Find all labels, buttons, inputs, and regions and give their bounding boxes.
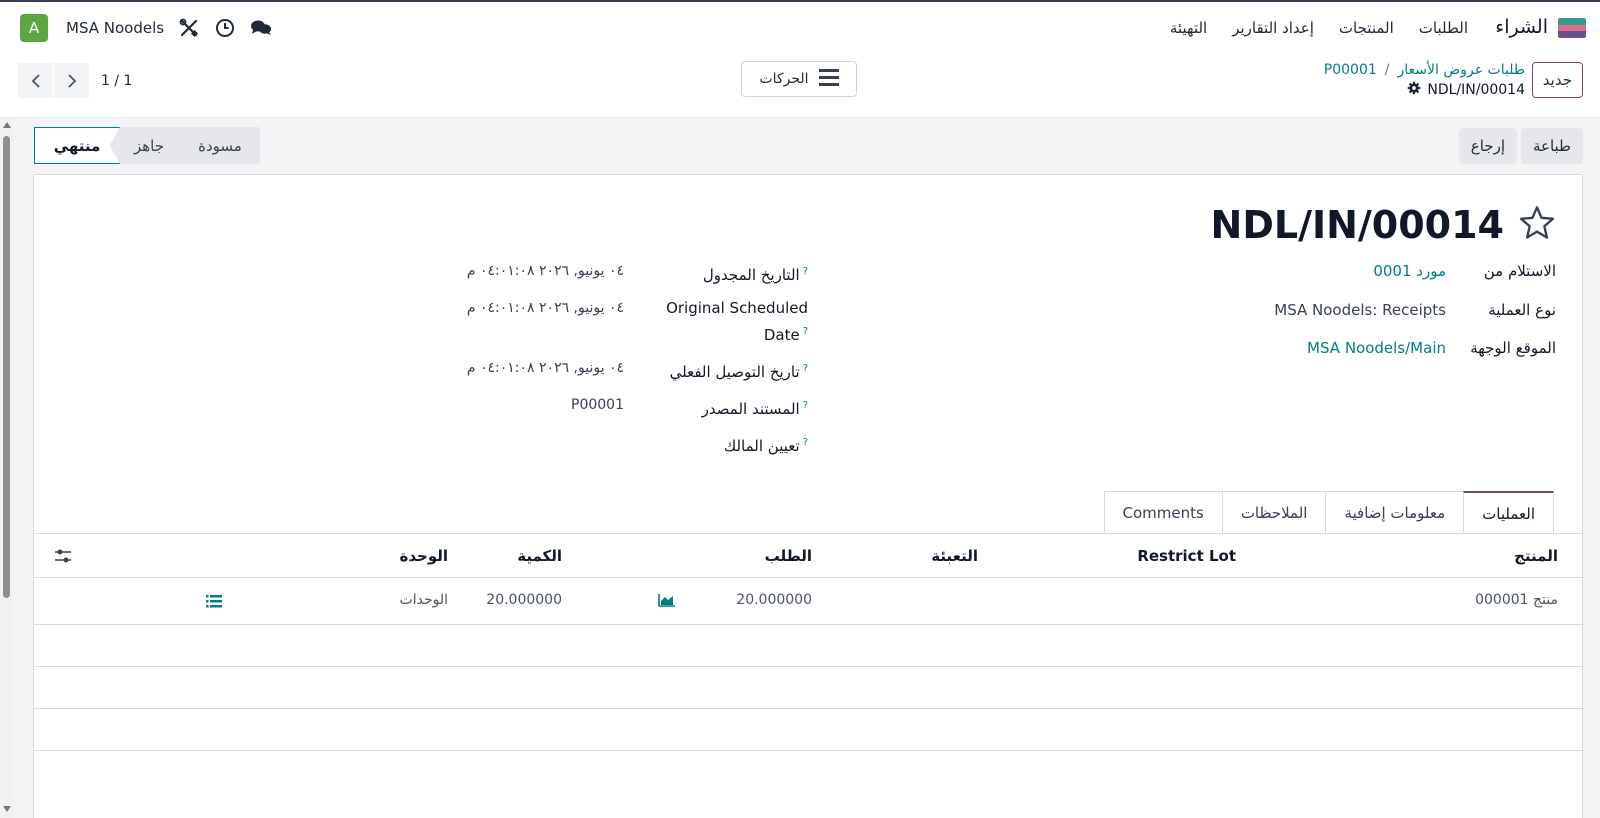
details-list-icon[interactable] xyxy=(206,595,222,612)
column-demand[interactable]: الطلب xyxy=(765,547,812,565)
field-operation-type: نوع العملية MSA Noodels: Receipts xyxy=(1274,301,1556,319)
partner-link[interactable]: مورد 0001 xyxy=(1373,262,1452,280)
title-row: NDL/IN/00014 xyxy=(1211,203,1556,247)
cell-demand[interactable]: 20.000000 xyxy=(736,592,812,608)
tab-operations[interactable]: العمليات xyxy=(1463,491,1554,534)
field-label: نوع العملية xyxy=(1488,301,1556,319)
notebook-tabs: العمليات معلومات إضافية الملاحظات Commen… xyxy=(1103,491,1554,534)
breadcrumb-separator: / xyxy=(1384,62,1390,78)
current-record: NDL/IN/00014 xyxy=(1407,81,1525,99)
table-row[interactable]: منتج 000001 20.000000 20.000000 الوحدات xyxy=(34,578,1584,625)
help-icon[interactable]: ? xyxy=(803,363,808,374)
record-title: NDL/IN/00014 xyxy=(1210,203,1504,247)
column-product[interactable]: المنتج xyxy=(1514,547,1558,565)
field-label: تاريخ التوصيل الفعلي? xyxy=(669,363,808,381)
optional-columns-icon[interactable] xyxy=(54,548,72,568)
operation-type-value[interactable]: MSA Noodels: Receipts xyxy=(1274,301,1452,319)
gear-icon[interactable] xyxy=(1407,81,1421,99)
field-label: الموقع الوجهة xyxy=(1470,339,1556,357)
column-restrict-lot[interactable]: Restrict Lot xyxy=(1137,547,1236,565)
main-menu: الطلبات المنتجات إعداد التقارير التهيئة xyxy=(1170,19,1468,37)
pager-value[interactable]: 1 / 1 xyxy=(101,73,132,89)
tab-additional-info[interactable]: معلومات إضافية xyxy=(1325,491,1465,533)
field-label: التاريخ المجدول? xyxy=(702,266,808,284)
company-switcher[interactable]: MSA Noodels xyxy=(66,19,164,37)
status-bar: منتهي جاهز مسودة xyxy=(34,127,260,164)
effective-date-value[interactable]: ٠٤ يونيو, ٢٠٢٦ ٠٤:٠١:٠٨ م xyxy=(467,357,624,380)
tools-icon[interactable] xyxy=(178,17,200,39)
empty-table-row xyxy=(34,625,1584,667)
location-link[interactable]: MSA Noodels/Main xyxy=(1307,339,1452,357)
field-label: تعيين المالك? xyxy=(723,437,808,455)
clock-icon[interactable] xyxy=(214,17,236,39)
breadcrumb-rfq[interactable]: طلبات عروض الأسعار xyxy=(1398,62,1526,78)
actions-menu-button[interactable]: الحركات xyxy=(741,61,857,97)
field-receive-from: الاستلام من مورد 0001 xyxy=(1373,262,1556,280)
empty-table-row xyxy=(34,667,1584,709)
menu-item-reporting[interactable]: إعداد التقارير xyxy=(1232,19,1314,37)
empty-table-row xyxy=(34,709,1584,751)
scroll-thumb[interactable] xyxy=(3,136,10,598)
print-button[interactable]: طباعة xyxy=(1520,128,1583,164)
avatar[interactable]: A xyxy=(20,14,48,42)
breadcrumb: طلبات عروض الأسعار / P00001 xyxy=(1324,62,1525,78)
actions-label: الحركات xyxy=(759,71,809,87)
systray: A MSA Noodels xyxy=(20,14,272,42)
column-quantity[interactable]: الكمية xyxy=(517,547,562,565)
star-icon[interactable] xyxy=(1518,205,1556,245)
field-label: Original Scheduled Date? xyxy=(666,299,808,344)
column-packaging[interactable]: التعبئة xyxy=(931,547,978,565)
field-label: المستند المصدر? xyxy=(701,400,808,418)
app-name[interactable]: الشراء xyxy=(1495,16,1548,38)
return-button[interactable]: إرجاع xyxy=(1458,128,1517,164)
tab-comments[interactable]: Comments xyxy=(1103,491,1223,533)
control-panel: جديد طلبات عروض الأسعار / P00001 NDL/IN/… xyxy=(0,54,1600,118)
help-icon[interactable]: ? xyxy=(803,400,808,411)
help-icon[interactable]: ? xyxy=(803,266,808,277)
pager-next-button[interactable] xyxy=(54,63,89,98)
cell-product[interactable]: منتج 000001 xyxy=(1475,592,1558,608)
forecast-chart-icon[interactable] xyxy=(658,593,676,611)
help-icon[interactable]: ? xyxy=(803,437,808,448)
scroll-up-arrow[interactable] xyxy=(3,122,11,128)
purchase-app-icon[interactable] xyxy=(1558,18,1586,38)
cell-quantity[interactable]: 20.000000 xyxy=(486,592,562,608)
stage-draft[interactable]: مسودة xyxy=(180,127,260,164)
table-header: المنتج Restrict Lot التعبئة الطلب الكمية… xyxy=(34,534,1584,578)
menu-item-products[interactable]: المنتجات xyxy=(1339,19,1394,37)
navbar: الشراء الطلبات المنتجات إعداد التقارير ا… xyxy=(0,2,1600,54)
source-document-value[interactable]: P00001 xyxy=(571,394,624,417)
menu-item-orders[interactable]: الطلبات xyxy=(1419,19,1468,37)
record-name: NDL/IN/00014 xyxy=(1427,82,1525,98)
menu-item-configuration[interactable]: التهيئة xyxy=(1170,19,1207,37)
help-icon[interactable]: ? xyxy=(803,326,808,337)
pager: 1 / 1 xyxy=(18,63,132,98)
chat-icon[interactable] xyxy=(250,17,272,39)
field-label: الاستلام من xyxy=(1483,262,1556,280)
new-button[interactable]: جديد xyxy=(1531,62,1583,98)
original-date-value[interactable]: ٠٤ يونيو, ٢٠٢٦ ٠٤:٠١:٠٨ م xyxy=(467,297,624,320)
hamburger-icon xyxy=(818,68,839,90)
stage-ready[interactable]: جاهز xyxy=(118,127,180,164)
tab-notes[interactable]: الملاحظات xyxy=(1221,491,1327,533)
scheduled-date-value[interactable]: ٠٤ يونيو, ٢٠٢٦ ٠٤:٠١:٠٨ م xyxy=(467,260,624,283)
scroll-down-arrow[interactable] xyxy=(3,806,11,812)
breadcrumb-order[interactable]: P00001 xyxy=(1324,62,1377,78)
stage-done[interactable]: منتهي xyxy=(34,127,120,164)
column-uom[interactable]: الوحدة xyxy=(399,547,448,565)
field-destination-location: الموقع الوجهة MSA Noodels/Main xyxy=(1307,339,1556,357)
cell-uom[interactable]: الوحدات xyxy=(400,592,448,608)
pager-previous-button[interactable] xyxy=(18,63,53,98)
page-scrollbar[interactable] xyxy=(0,118,14,818)
form-sheet: NDL/IN/00014 الاستلام من مورد 0001 نوع ا… xyxy=(33,174,1584,818)
